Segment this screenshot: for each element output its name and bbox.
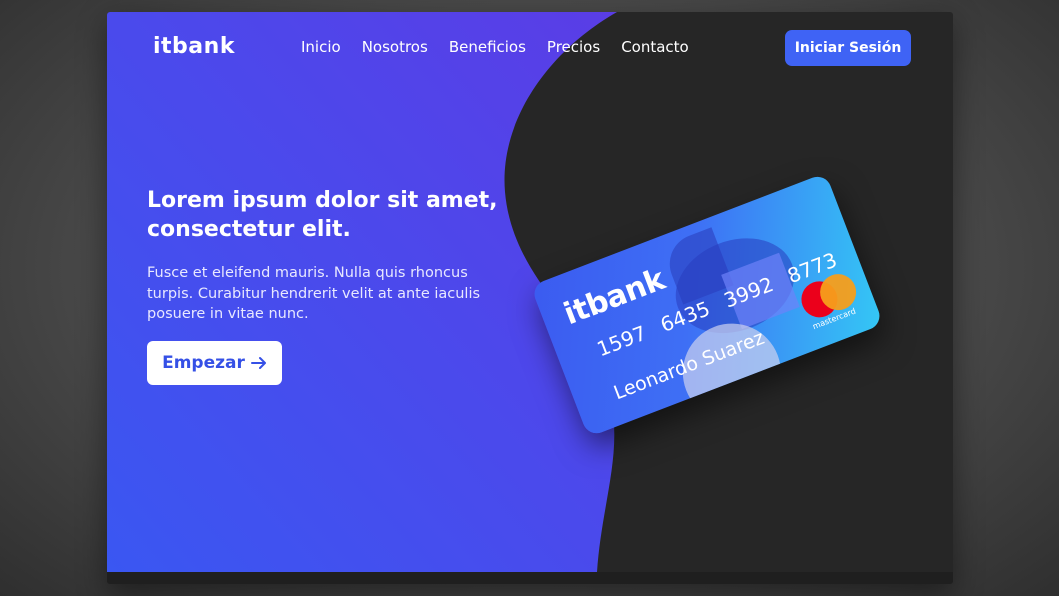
brand-logo[interactable]: itbank [153, 34, 235, 59]
bottom-bar [107, 572, 953, 584]
nav-item-precios[interactable]: Precios [547, 38, 600, 56]
card-number-group-1: 1597 [593, 320, 650, 362]
login-button[interactable]: Iniciar Sesión [785, 30, 911, 66]
card-brand-logo: itbank [559, 262, 670, 333]
landing-page-frame: itbank Inicio Nosotros Beneficios Precio… [107, 12, 953, 584]
hero-subtitle: Fusce et eleifend mauris. Nulla quis rho… [147, 265, 481, 322]
nav-item-nosotros[interactable]: Nosotros [362, 38, 428, 56]
main-nav: Inicio Nosotros Beneficios Precios Conta… [301, 38, 689, 56]
cta-button[interactable]: Empezar [147, 341, 282, 385]
nav-item-contacto[interactable]: Contacto [621, 38, 689, 56]
hero-title: Lorem ipsum dolor sit amet, consectetur … [147, 188, 498, 242]
nav-item-inicio[interactable]: Inicio [301, 38, 341, 56]
cta-label: Empezar [162, 353, 245, 373]
nav-item-beneficios[interactable]: Beneficios [449, 38, 526, 56]
arrow-right-icon [250, 357, 266, 369]
